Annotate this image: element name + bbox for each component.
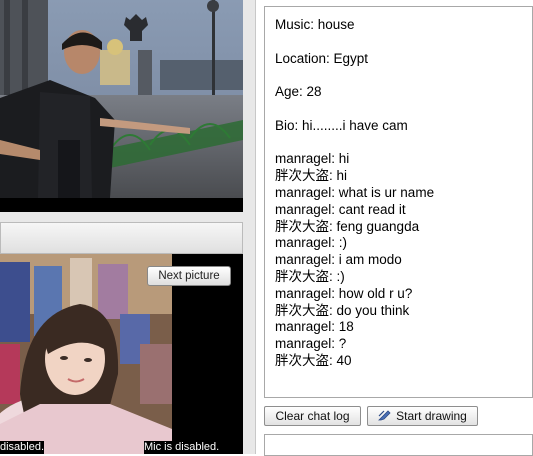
chat-message: manragel: what is ur name [275, 184, 435, 200]
cam-disabled-notice: disabled. [0, 441, 45, 454]
chat-message: 胖次大盗: :) [275, 268, 345, 284]
chat-message: manragel: cant read it [275, 201, 406, 217]
pencil-icon [378, 408, 391, 421]
profile-location: Location: Egypt [275, 50, 369, 66]
chat-message: manragel: 18 [275, 319, 354, 335]
profile-age: Age: 28 [275, 84, 322, 100]
profile-bio: Bio: hi........i have cam [275, 117, 408, 133]
chat-message: 胖次大盗: 40 [275, 352, 352, 368]
chat-message: manragel: i am modo [275, 252, 402, 268]
chat-message: manragel: ? [275, 336, 347, 352]
start-drawing-label: Start drawing [396, 409, 467, 423]
stranger-webcam-image [0, 0, 243, 198]
profile-music: Music: house [275, 17, 355, 32]
mic-disabled-notice: Mic is disabled. [144, 441, 220, 454]
stranger-video-feed [0, 0, 243, 212]
chat-message: 胖次大盗: feng guangda [275, 218, 420, 234]
clear-chat-log-button[interactable]: Clear chat log [264, 406, 361, 426]
own-video-header [0, 222, 243, 254]
chat-message-input[interactable] [264, 434, 533, 456]
chat-message: 胖次大盗: hi [275, 168, 348, 184]
chat-log[interactable]: Music: house Location: Egypt Age: 28 Bio… [264, 6, 533, 398]
chat-message: 胖次大盗: do you think [275, 302, 410, 318]
chat-message: manragel: hi [275, 151, 350, 167]
chat-message: manragel: :) [275, 235, 348, 251]
next-picture-button[interactable]: Next picture [147, 266, 231, 286]
start-drawing-button[interactable]: Start drawing [367, 406, 478, 426]
panel-divider [255, 0, 256, 454]
chat-message: manragel: how old r u? [275, 285, 413, 301]
chat-content: Music: house Location: Egypt Age: 28 Bio… [275, 17, 528, 370]
